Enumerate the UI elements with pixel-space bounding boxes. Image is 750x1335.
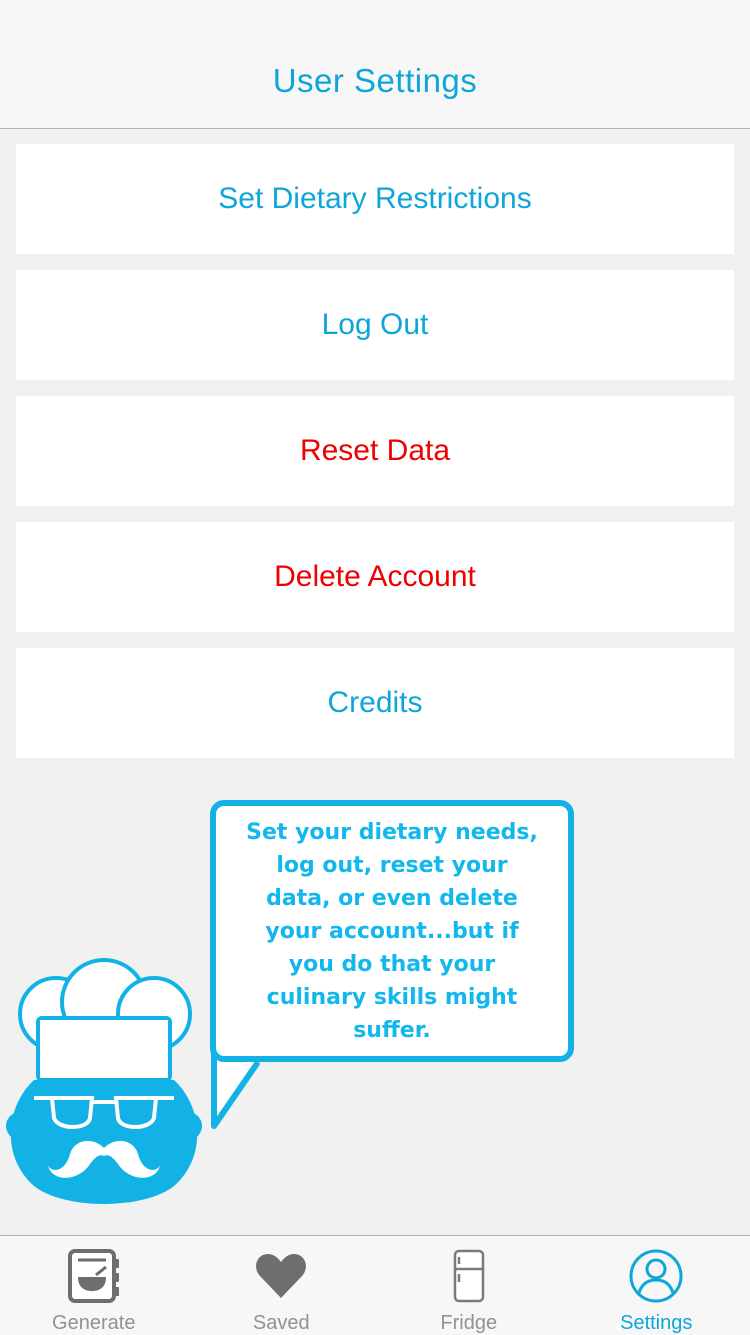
fridge-icon (438, 1246, 500, 1306)
tab-label: Settings (620, 1312, 693, 1334)
navigation-bar: User Settings (0, 0, 750, 129)
tab-bar: Generate Saved Fridge Settings (0, 1235, 750, 1335)
tab-label: Generate (52, 1312, 136, 1334)
cookbook-icon (63, 1246, 125, 1306)
delete-account-button[interactable]: Delete Account (16, 522, 734, 632)
credits-button[interactable]: Credits (16, 648, 734, 758)
tab-label: Saved (252, 1312, 310, 1334)
speech-bubble: Set your dietary needs, log out, reset y… (210, 800, 574, 1062)
tab-saved[interactable]: Saved (188, 1236, 376, 1335)
tab-fridge[interactable]: Fridge (375, 1236, 563, 1335)
heart-icon (250, 1246, 312, 1306)
tab-label: Fridge (440, 1312, 498, 1334)
user-icon (625, 1246, 687, 1306)
reset-data-button[interactable]: Reset Data (16, 396, 734, 506)
speech-bubble-text: Set your dietary needs, log out, reset y… (246, 819, 538, 1043)
tab-settings[interactable]: Settings (563, 1236, 750, 1335)
log-out-button[interactable]: Log Out (16, 270, 734, 380)
chef-mascot-icon (6, 958, 202, 1204)
settings-menu: Set Dietary Restrictions Log Out Reset D… (16, 144, 734, 774)
tab-generate[interactable]: Generate (0, 1236, 188, 1335)
set-dietary-restrictions-button[interactable]: Set Dietary Restrictions (16, 144, 734, 254)
page-title: User Settings (272, 62, 478, 99)
